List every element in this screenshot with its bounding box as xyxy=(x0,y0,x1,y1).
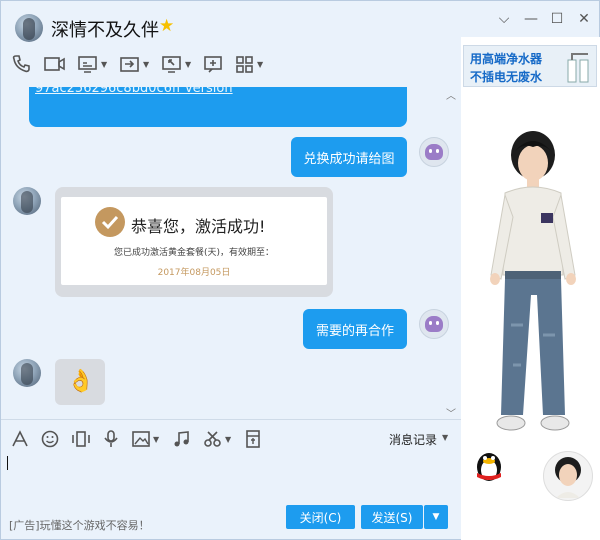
ad-text[interactable]: [广告]玩懂这个游戏不容易！ xyxy=(9,517,150,533)
contact-avatar-message[interactable] xyxy=(13,187,41,215)
show-avatar-figure[interactable] xyxy=(483,125,581,465)
message-link-text[interactable]: 97ac256296c8bd0c6ff version xyxy=(35,87,233,96)
send-button[interactable]: 发送(S) xyxy=(361,505,423,529)
video-icon[interactable] xyxy=(43,53,67,75)
close-window-button[interactable]: ✕ xyxy=(574,11,594,27)
image-icon[interactable]: ▼ xyxy=(131,430,159,448)
remote-desktop-icon[interactable]: ▼ xyxy=(77,53,107,75)
shake-icon[interactable] xyxy=(71,430,91,448)
ad-line-1: 用高端净水器 xyxy=(470,52,543,66)
font-icon[interactable] xyxy=(11,430,29,448)
red-packet-icon[interactable] xyxy=(245,430,261,448)
message-bubble-me[interactable]: 兑换成功请给图 xyxy=(291,137,407,177)
contact-name[interactable]: 深情不及久伴 xyxy=(51,16,159,42)
right-panel: 用高端净水器 不插电无废水 xyxy=(461,37,600,540)
send-file-icon[interactable]: ▼ xyxy=(119,53,149,75)
star-icon: ★ xyxy=(159,16,175,36)
message-history-button[interactable]: 消息记录 xyxy=(389,431,437,448)
message-text: 需要的再合作 xyxy=(315,323,394,339)
edit-message-icon[interactable] xyxy=(203,53,223,75)
water-filter-icon xyxy=(567,53,589,83)
phone-icon[interactable] xyxy=(11,53,31,75)
card-date: 2017年08月05日 xyxy=(157,268,231,278)
ad-banner[interactable]: 用高端净水器 不插电无废水 xyxy=(463,45,597,87)
send-options-button[interactable]: ▼ xyxy=(424,505,448,529)
music-icon[interactable] xyxy=(173,430,191,448)
my-avatar[interactable] xyxy=(419,309,449,339)
close-button[interactable]: 关闭(C) xyxy=(286,505,355,529)
message-input[interactable] xyxy=(1,456,461,501)
text-cursor xyxy=(7,456,8,470)
menu-icon[interactable]: ⌵ xyxy=(494,11,514,27)
message-card[interactable]: 恭喜您，激活成功! 您已成功激活黄金套餐(天)，有效期至： 2017年08月05… xyxy=(55,187,333,297)
apps-icon[interactable]: ▼ xyxy=(235,53,263,75)
message-bubble-emoji[interactable]: 👌 xyxy=(55,359,105,405)
chevron-down-icon[interactable]: ▼ xyxy=(442,433,448,442)
message-list[interactable]: 97ac256296c8bd0c6ff version 兑换成功请给图 恭喜您，… xyxy=(1,87,461,419)
top-toolbar: ▼ ▼ ▼ ▼ xyxy=(11,53,281,77)
checkmark-icon xyxy=(95,207,125,237)
input-toolbar: ▼ ▼ 消息记录 ▼ xyxy=(1,419,461,456)
my-avatar[interactable] xyxy=(419,137,449,167)
scroll-down-icon[interactable]: ﹀ xyxy=(446,405,456,420)
card-subtitle: 您已成功激活黄金套餐(天)，有效期至： xyxy=(113,248,275,258)
minimize-button[interactable]: — xyxy=(521,11,541,27)
qq-penguin-icon[interactable] xyxy=(471,447,507,483)
screen-share-icon[interactable]: ▼ xyxy=(161,53,191,75)
card-title: 恭喜您，激活成功! xyxy=(131,217,266,236)
screenshot-icon[interactable]: ▼ xyxy=(203,430,231,448)
contact-avatar-message[interactable] xyxy=(13,359,41,387)
chat-window: 深情不及久伴 ★ ⌵ — ☐ ✕ ▼ ▼ ▼ ▼ 97ac256296c8bd0… xyxy=(0,0,600,540)
microphone-icon[interactable] xyxy=(103,430,119,448)
my-show-avatar[interactable] xyxy=(543,451,593,501)
message-text: 兑换成功请给图 xyxy=(303,151,395,167)
maximize-button[interactable]: ☐ xyxy=(547,11,567,27)
message-bubble-link[interactable]: 97ac256296c8bd0c6ff version xyxy=(29,87,407,127)
message-bubble-me[interactable]: 需要的再合作 xyxy=(303,309,407,349)
ad-line-2: 不插电无废水 xyxy=(470,70,543,84)
chevron-down-icon: ▼ xyxy=(432,512,440,522)
ok-hand-emoji: 👌 xyxy=(67,369,95,394)
emoji-icon[interactable] xyxy=(41,430,59,448)
card-content: 恭喜您，激活成功! 您已成功激活黄金套餐(天)，有效期至： 2017年08月05… xyxy=(61,197,327,285)
contact-avatar[interactable] xyxy=(15,14,43,42)
scroll-up-icon[interactable]: ︿ xyxy=(446,87,456,102)
